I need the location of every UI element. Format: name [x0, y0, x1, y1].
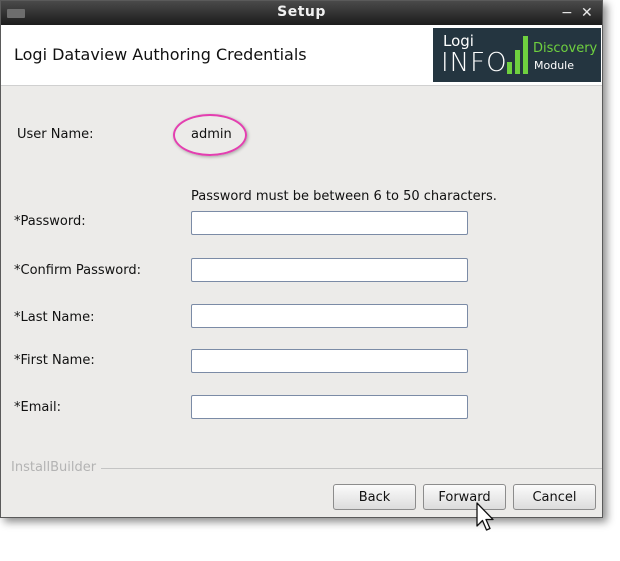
last-name-field[interactable] — [191, 304, 468, 328]
email-label: *Email: — [14, 400, 61, 415]
bar-chart-icon — [507, 36, 528, 74]
close-button[interactable]: ✕ — [581, 4, 593, 22]
logo-info-text: INFO — [441, 48, 508, 78]
page-title: Logi Dataview Authoring Credentials — [14, 45, 307, 64]
highlight-circle — [173, 114, 247, 156]
logi-info-logo: Logi INFO Discovery Module — [433, 28, 601, 82]
cancel-button[interactable]: Cancel — [513, 484, 596, 510]
setup-window: Setup − ✕ Logi Dataview Authoring Creden… — [0, 0, 603, 518]
logo-module-text: Module — [534, 59, 574, 72]
confirm-password-field[interactable] — [191, 258, 468, 282]
password-field[interactable] — [191, 211, 468, 235]
last-name-label: *Last Name: — [14, 310, 95, 325]
password-hint: Password must be between 6 to 50 charact… — [191, 189, 497, 204]
page-header: Logi Dataview Authoring Credentials Logi… — [1, 25, 602, 86]
email-field[interactable] — [191, 395, 468, 419]
back-button[interactable]: Back — [333, 484, 416, 510]
title-bar[interactable]: Setup − ✕ — [1, 1, 602, 25]
confirm-password-label: *Confirm Password: — [14, 263, 141, 278]
password-label: *Password: — [14, 214, 86, 229]
installbuilder-brand: InstallBuilder — [11, 460, 97, 475]
first-name-label: *First Name: — [14, 353, 95, 368]
first-name-field[interactable] — [191, 349, 468, 373]
mouse-cursor-icon — [476, 502, 494, 531]
minimize-button[interactable]: − — [561, 4, 573, 22]
logo-discovery-text: Discovery — [533, 41, 598, 56]
window-title: Setup — [277, 4, 326, 20]
username-label: User Name: — [17, 127, 94, 142]
footer-divider — [101, 468, 602, 469]
